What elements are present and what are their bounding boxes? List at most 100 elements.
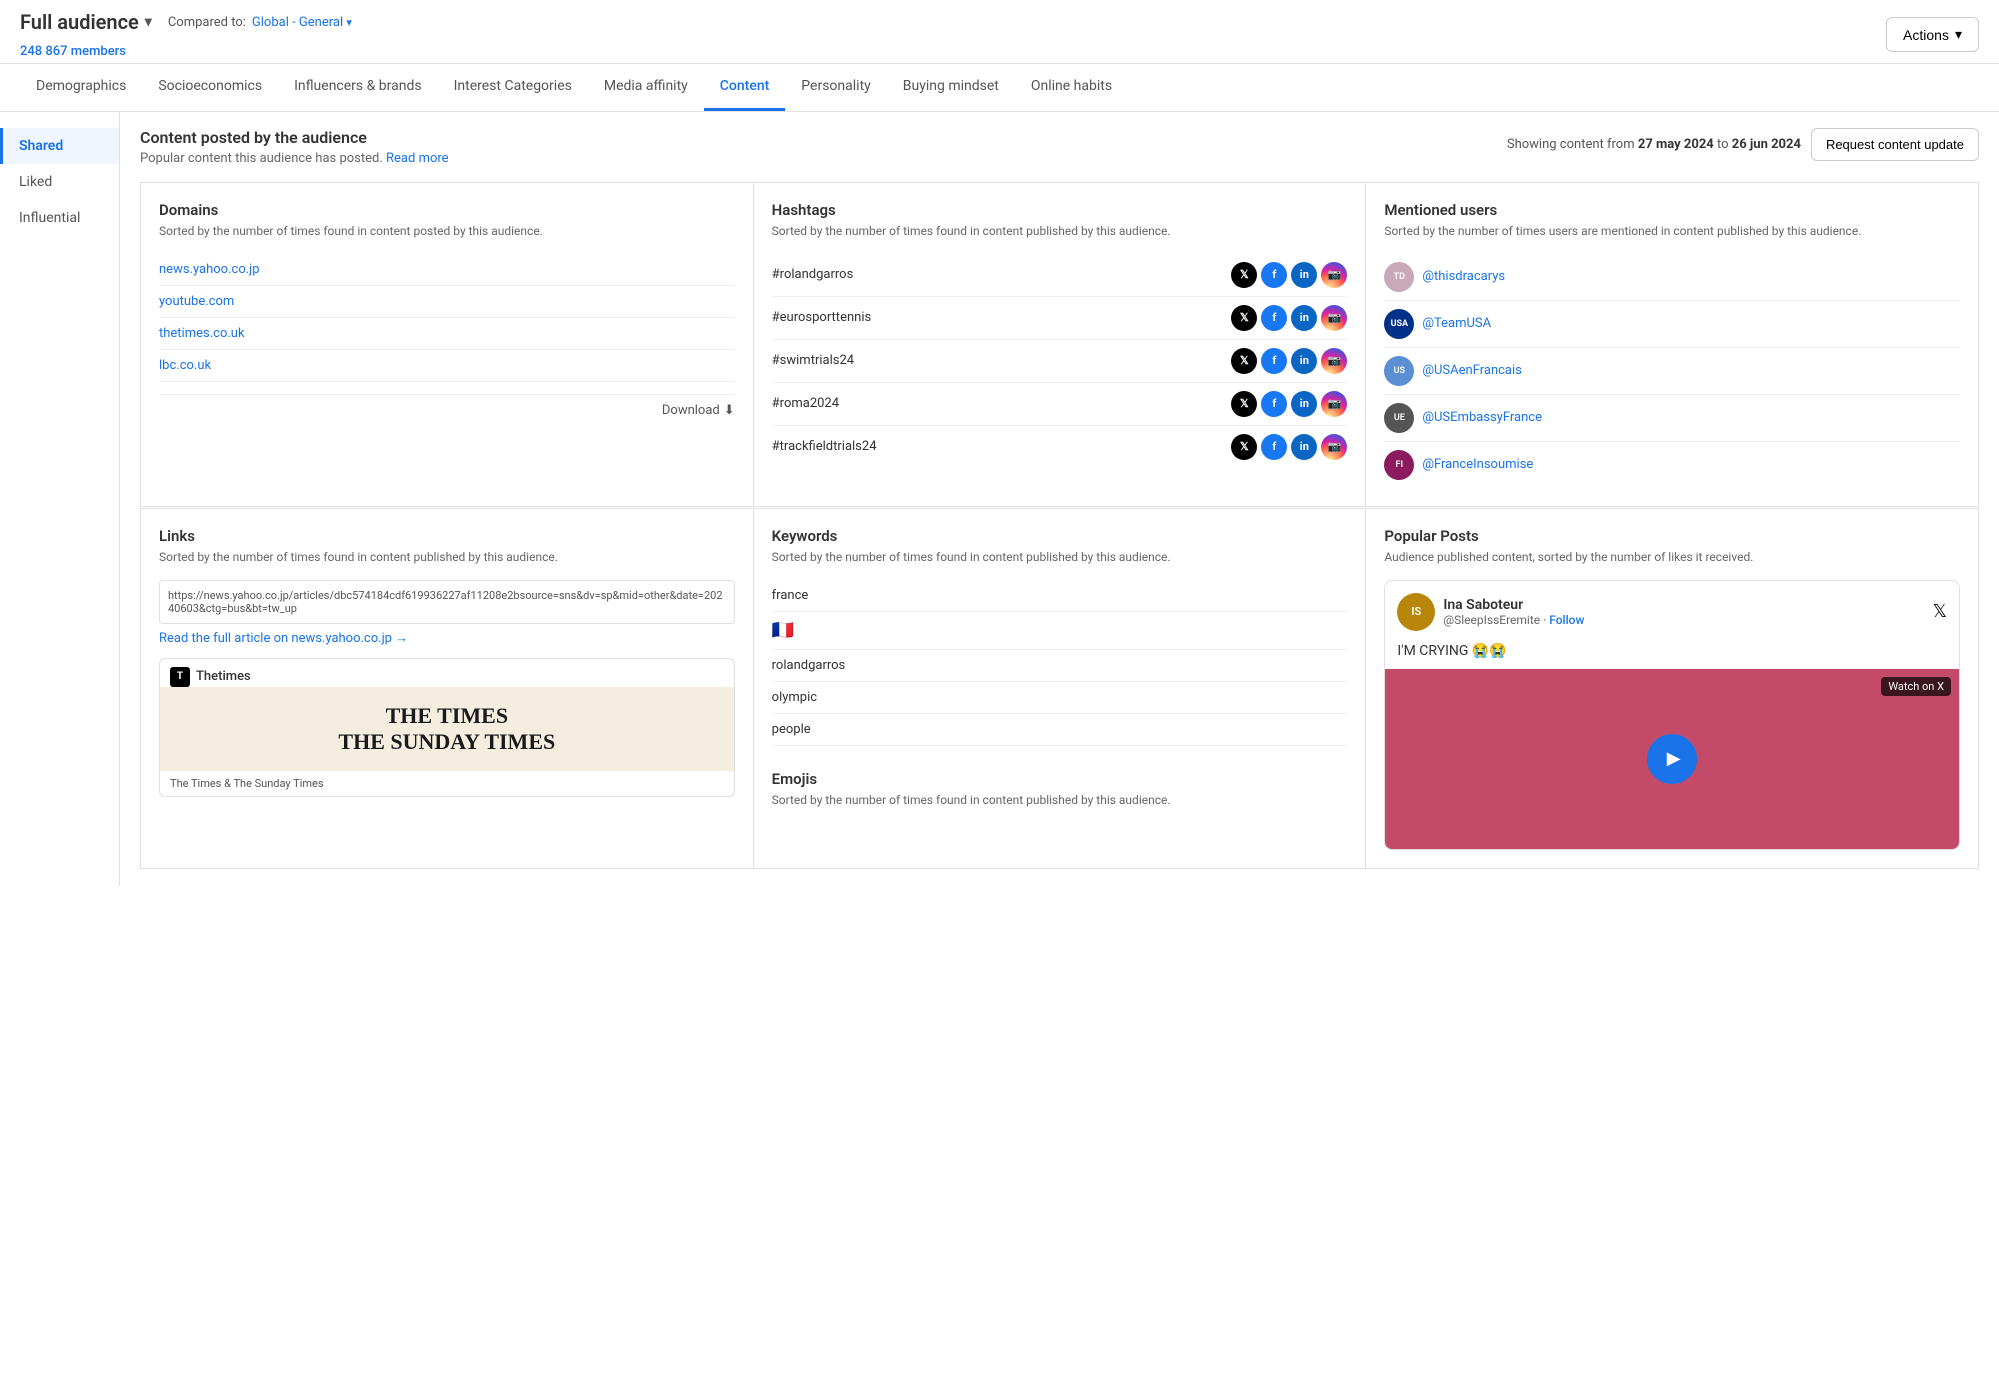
tab-influencers-brands[interactable]: Influencers & brands bbox=[278, 64, 438, 111]
hashtag-li-icon-1[interactable]: in bbox=[1291, 305, 1317, 331]
nav-tabs: Demographics Socioeconomics Influencers … bbox=[0, 64, 1999, 112]
keyword-row-1: 🇫🇷 bbox=[772, 612, 1348, 650]
hashtag-fb-icon-3[interactable]: f bbox=[1261, 391, 1287, 417]
tab-socioeconomics[interactable]: Socioeconomics bbox=[142, 64, 278, 111]
hashtag-x-icon-4[interactable]: 𝕏 bbox=[1231, 434, 1257, 460]
hashtags-desc: Sorted by the number of times found in c… bbox=[772, 223, 1348, 240]
hashtag-li-icon-4[interactable]: in bbox=[1291, 434, 1317, 460]
domain-link-3[interactable]: lbc.co.uk bbox=[159, 350, 735, 382]
tab-media-affinity[interactable]: Media affinity bbox=[588, 64, 704, 111]
thetimes-header: T Thetimes bbox=[160, 659, 734, 687]
audience-title-text: Full audience bbox=[20, 10, 139, 34]
sidebar-item-shared[interactable]: Shared bbox=[0, 128, 119, 164]
links-section: Links Sorted by the number of times foun… bbox=[141, 509, 753, 868]
download-button[interactable]: Download ⬇ bbox=[159, 394, 735, 418]
flag-emoji: 🇫🇷 bbox=[772, 620, 794, 641]
hashtag-ig-icon-4[interactable]: 📷 bbox=[1321, 434, 1347, 460]
keywords-desc: Sorted by the number of times found in c… bbox=[772, 549, 1348, 566]
tab-personality[interactable]: Personality bbox=[785, 64, 886, 111]
mentioned-users-section: Mentioned users Sorted by the number of … bbox=[1366, 183, 1978, 506]
domains-section: Domains Sorted by the number of times fo… bbox=[141, 183, 753, 506]
audience-chevron[interactable]: ▾ bbox=[145, 14, 152, 30]
user-handle-4[interactable]: @FranceInsoumise bbox=[1422, 457, 1533, 472]
post-name: Ina Saboteur bbox=[1443, 597, 1584, 613]
domain-link-1[interactable]: youtube.com bbox=[159, 286, 735, 318]
hashtag-ig-icon-3[interactable]: 📷 bbox=[1321, 391, 1347, 417]
hashtag-x-icon-2[interactable]: 𝕏 bbox=[1231, 348, 1257, 374]
popular-posts-desc: Audience published content, sorted by th… bbox=[1384, 549, 1960, 566]
mentioned-user-row-2: US @USAenFrancais bbox=[1384, 348, 1960, 395]
links-title: Links bbox=[159, 527, 735, 545]
follow-link[interactable]: Follow bbox=[1549, 613, 1584, 627]
read-full-article-link[interactable]: Read the full article on news.yahoo.co.j… bbox=[159, 630, 735, 646]
hashtag-x-icon-0[interactable]: 𝕏 bbox=[1231, 262, 1257, 288]
mentioned-user-row-3: UE @USEmbassyFrance bbox=[1384, 395, 1960, 442]
hashtag-ig-icon-0[interactable]: 📷 bbox=[1321, 262, 1347, 288]
user-handle-1[interactable]: @TeamUSA bbox=[1422, 316, 1491, 331]
user-handle-0[interactable]: @thisdracarys bbox=[1422, 269, 1505, 284]
tab-buying-mindset[interactable]: Buying mindset bbox=[887, 64, 1015, 111]
hashtag-x-icon-3[interactable]: 𝕏 bbox=[1231, 391, 1257, 417]
hashtag-fb-icon-2[interactable]: f bbox=[1261, 348, 1287, 374]
popular-posts-title: Popular Posts bbox=[1384, 527, 1960, 545]
hashtag-fb-icon-4[interactable]: f bbox=[1261, 434, 1287, 460]
hashtag-social-icons-3: 𝕏 f in 📷 bbox=[1231, 391, 1347, 417]
content-header-left: Content posted by the audience Popular c… bbox=[140, 128, 449, 166]
post-avatar: IS bbox=[1397, 593, 1435, 631]
compared-to-value[interactable]: Global - General ▾ bbox=[252, 15, 352, 30]
links-desc: Sorted by the number of times found in c… bbox=[159, 549, 735, 566]
hashtags-section: Hashtags Sorted by the number of times f… bbox=[754, 183, 1366, 506]
post-card: IS Ina Saboteur @SleepIssEremite · Follo… bbox=[1384, 580, 1960, 850]
download-icon: ⬇ bbox=[724, 403, 735, 418]
domain-link-0[interactable]: news.yahoo.co.jp bbox=[159, 254, 735, 286]
post-user: IS Ina Saboteur @SleepIssEremite · Follo… bbox=[1397, 593, 1584, 631]
header-left: Full audience ▾ Compared to: Global - Ge… bbox=[20, 10, 352, 59]
hashtag-name-3: #roma2024 bbox=[772, 396, 839, 411]
hashtag-ig-icon-1[interactable]: 📷 bbox=[1321, 305, 1347, 331]
tab-online-habits[interactable]: Online habits bbox=[1015, 64, 1128, 111]
hashtag-row-2: #swimtrials24 𝕏 f in 📷 bbox=[772, 340, 1348, 383]
hashtag-li-icon-3[interactable]: in bbox=[1291, 391, 1317, 417]
hashtag-row-4: #trackfieldtrials24 𝕏 f in 📷 bbox=[772, 426, 1348, 468]
hashtag-ig-icon-2[interactable]: 📷 bbox=[1321, 348, 1347, 374]
tab-content[interactable]: Content bbox=[704, 64, 786, 111]
hashtag-social-icons-4: 𝕏 f in 📷 bbox=[1231, 434, 1347, 460]
tab-demographics[interactable]: Demographics bbox=[20, 64, 142, 111]
sidebar-item-influential[interactable]: Influential bbox=[0, 200, 119, 236]
hashtag-name-0: #rolandgarros bbox=[772, 267, 854, 282]
left-sidebar: Shared Liked Influential bbox=[0, 112, 120, 886]
domain-link-2[interactable]: thetimes.co.uk bbox=[159, 318, 735, 350]
mentioned-users-title: Mentioned users bbox=[1384, 201, 1960, 219]
keyword-row-0: france bbox=[772, 580, 1348, 612]
link-url: https://news.yahoo.co.jp/articles/dbc574… bbox=[159, 580, 735, 624]
play-button[interactable] bbox=[1647, 734, 1697, 784]
request-content-update-button[interactable]: Request content update bbox=[1811, 128, 1979, 161]
thetimes-caption: The Times & The Sunday Times bbox=[160, 771, 734, 796]
post-video[interactable]: Watch on X bbox=[1385, 669, 1959, 849]
post-user-info: Ina Saboteur @SleepIssEremite · Follow bbox=[1443, 597, 1584, 627]
hashtag-row-3: #roma2024 𝕏 f in 📷 bbox=[772, 383, 1348, 426]
thetimes-icon: T bbox=[170, 667, 190, 687]
hashtag-fb-icon-1[interactable]: f bbox=[1261, 305, 1287, 331]
watch-on-x-badge: Watch on X bbox=[1881, 677, 1951, 696]
sidebar-item-liked[interactable]: Liked bbox=[0, 164, 119, 200]
mentioned-users-desc: Sorted by the number of times users are … bbox=[1384, 223, 1960, 240]
compared-chevron: ▾ bbox=[346, 16, 352, 29]
hashtag-li-icon-0[interactable]: in bbox=[1291, 262, 1317, 288]
emojis-title: Emojis bbox=[772, 770, 1348, 788]
read-more-link[interactable]: Read more bbox=[386, 151, 449, 166]
avatar-1: USA bbox=[1384, 309, 1414, 339]
actions-button[interactable]: Actions ▾ bbox=[1886, 17, 1979, 52]
content-date-range: Showing content from 27 may 2024 to 26 j… bbox=[1507, 128, 1979, 161]
content-area: Shared Liked Influential Content posted … bbox=[0, 112, 1999, 886]
user-handle-2[interactable]: @USAenFrancais bbox=[1422, 363, 1522, 378]
bottom-grid: Links Sorted by the number of times foun… bbox=[140, 508, 1979, 869]
user-handle-3[interactable]: @USEmbassyFrance bbox=[1422, 410, 1542, 425]
tab-interest-categories[interactable]: Interest Categories bbox=[438, 64, 588, 111]
audience-title: Full audience ▾ Compared to: Global - Ge… bbox=[20, 10, 352, 34]
hashtag-li-icon-2[interactable]: in bbox=[1291, 348, 1317, 374]
date-text: Showing content from 27 may 2024 to 26 j… bbox=[1507, 137, 1801, 152]
hashtag-social-icons-1: 𝕏 f in 📷 bbox=[1231, 305, 1347, 331]
hashtag-x-icon-1[interactable]: 𝕏 bbox=[1231, 305, 1257, 331]
hashtag-fb-icon-0[interactable]: f bbox=[1261, 262, 1287, 288]
